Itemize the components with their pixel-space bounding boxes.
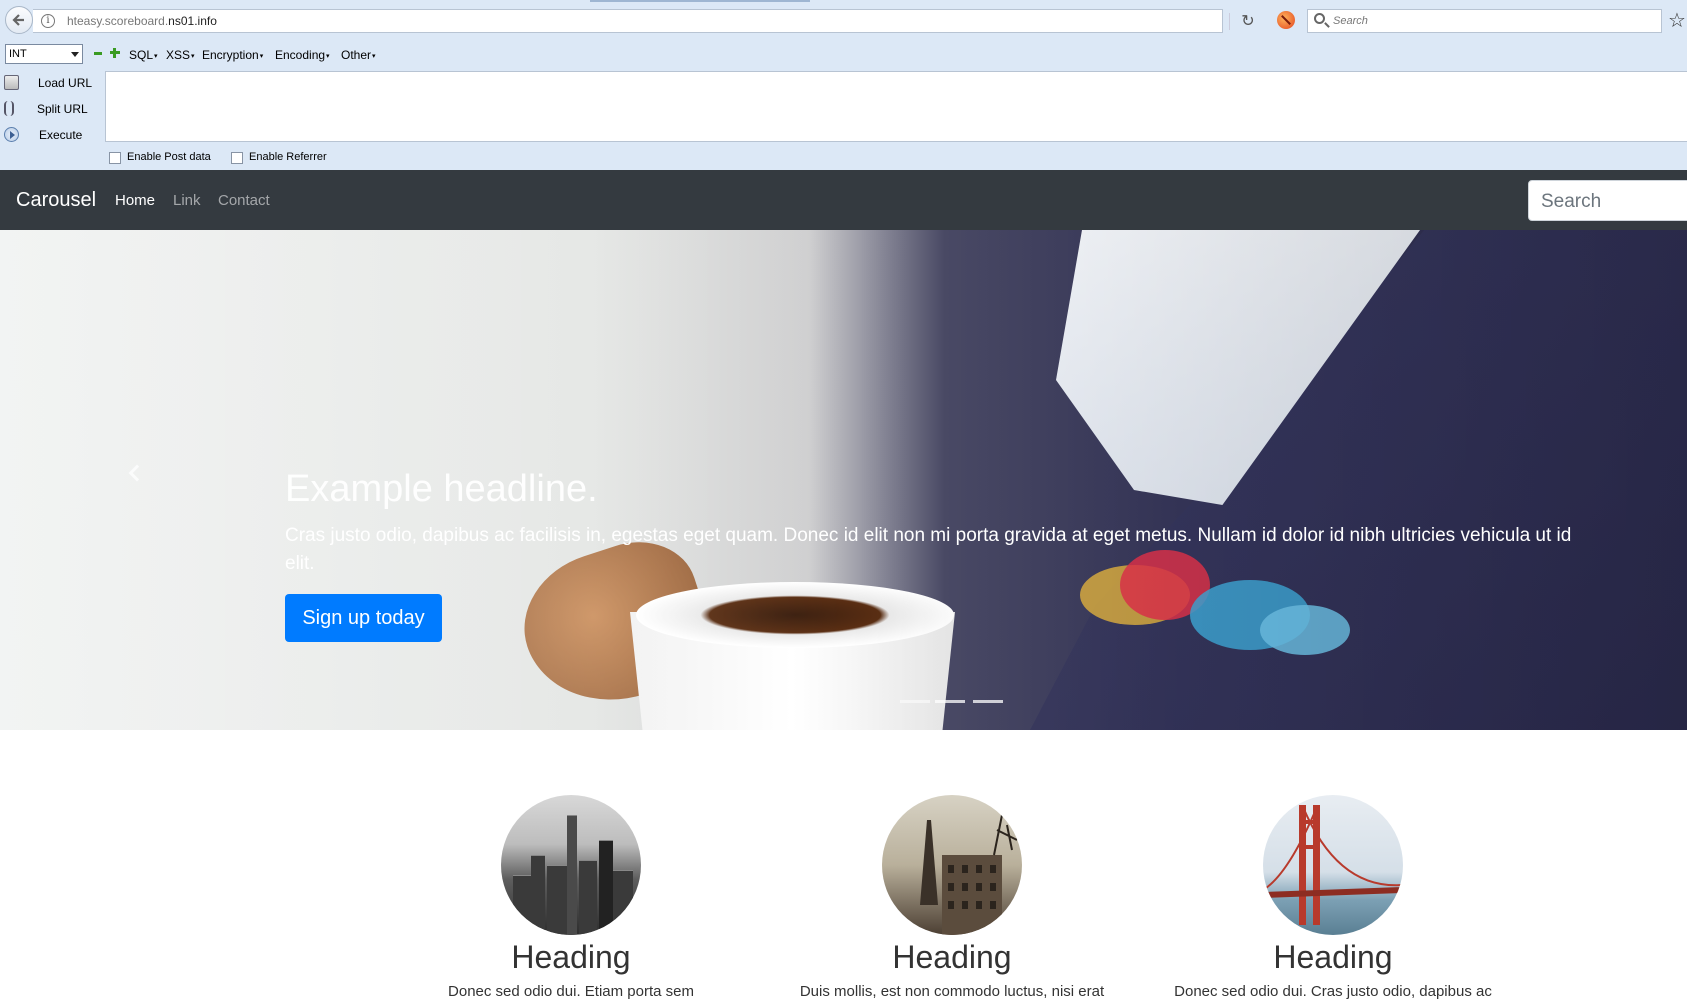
caret-icon: ▾: [326, 52, 330, 60]
checkbox-box[interactable]: [109, 152, 121, 164]
url-prefix: hteasy.scoreboard.: [67, 14, 169, 28]
marketing-column-2: Heading Duis mollis, est non commodo luc…: [762, 795, 1142, 1000]
caret-icon: ▾: [372, 52, 376, 60]
signup-button[interactable]: Sign up today: [285, 594, 442, 642]
url-bar[interactable]: i hteasy.scoreboard.ns01.info ↻: [33, 9, 1255, 33]
increase-icon[interactable]: [110, 48, 120, 58]
nav-contact[interactable]: Contact: [218, 192, 270, 209]
caret-icon: ▾: [154, 52, 158, 60]
eiffel-tower-graphic: [920, 814, 1018, 935]
marketing-column-1: Heading Donec sed odio dui. Etiam porta …: [381, 795, 761, 1000]
enable-post-data-label: Enable Post data: [127, 151, 211, 163]
tab-strip-line: [590, 0, 810, 2]
url-separator: [1229, 13, 1230, 30]
site-info-icon[interactable]: i: [41, 14, 55, 28]
carousel-indicator-3[interactable]: [973, 700, 1003, 703]
addon-icon[interactable]: [1277, 11, 1295, 29]
split-url-label: Split URL: [37, 102, 88, 116]
load-url-button[interactable]: Load URL: [4, 72, 104, 94]
site-navbar: Carousel Home Link Contact Search: [0, 170, 1687, 230]
caret-icon: ▾: [191, 52, 195, 60]
bridge-graphic: [1263, 805, 1403, 925]
new-york-image: [501, 795, 641, 935]
checkbox-box[interactable]: [231, 152, 243, 164]
back-button[interactable]: [5, 6, 33, 34]
menu-other-label: Other: [341, 48, 372, 62]
bookmark-star-icon[interactable]: ☆: [1668, 8, 1686, 33]
column-text: Donec sed odio dui. Etiam porta sem: [448, 983, 694, 1000]
browser-toolbar: i hteasy.scoreboard.ns01.info ↻ Search ☆: [0, 0, 1687, 38]
marketing-column-3: Heading Donec sed odio dui. Cras justo o…: [1143, 795, 1523, 1000]
navbar-brand[interactable]: Carousel: [16, 189, 96, 212]
paris-image: [882, 795, 1022, 935]
hackbar-type-value: INT: [9, 48, 27, 60]
nav-home[interactable]: Home: [115, 192, 155, 209]
back-arrow-icon: [12, 14, 24, 26]
caret-icon: ▾: [259, 52, 264, 60]
chevron-down-icon: [71, 52, 79, 57]
hackbar-url-textarea[interactable]: [105, 71, 1687, 142]
menu-sql-label: SQL: [129, 48, 154, 62]
execute-label: Execute: [39, 128, 83, 142]
browser-search-placeholder: Search: [1333, 15, 1368, 27]
menu-xss-label: XSS: [166, 48, 191, 62]
carousel-headline: Example headline.: [285, 468, 598, 510]
hackbar-type-select[interactable]: INT: [5, 44, 83, 64]
browser-search-input[interactable]: Search: [1307, 9, 1662, 33]
menu-encryption[interactable]: Encryption▾: [202, 48, 263, 62]
menu-encoding-label: Encoding: [275, 48, 326, 62]
carousel-indicator-2[interactable]: [935, 700, 965, 703]
carousel-caption: Cras justo odio, dapibus ac facilisis in…: [285, 525, 1572, 574]
menu-encoding[interactable]: Encoding▾: [275, 48, 330, 62]
execute-button[interactable]: Execute: [4, 124, 104, 146]
menu-sql[interactable]: SQL▾: [129, 48, 158, 62]
enable-referrer-label: Enable Referrer: [249, 151, 327, 163]
load-url-label: Load URL: [38, 76, 93, 90]
site-search-input[interactable]: Search: [1528, 180, 1687, 221]
hero-carousel: Example headline. Cras justo odio, dapib…: [0, 230, 1687, 730]
execute-icon: [4, 127, 19, 142]
hackbar-panel: Load URL Split URL Execute Enable Post d…: [0, 70, 1687, 170]
url-domain: ns01.info: [168, 14, 217, 28]
carousel-indicator-1[interactable]: [900, 700, 930, 703]
url-text[interactable]: hteasy.scoreboard.ns01.info: [67, 14, 217, 28]
column-heading: Heading: [1273, 939, 1393, 975]
site-search-placeholder: Search: [1541, 191, 1602, 212]
carousel-overlay: [0, 230, 1687, 730]
search-icon: [1314, 13, 1325, 24]
reload-icon[interactable]: ↻: [1238, 12, 1258, 32]
column-heading: Heading: [511, 939, 631, 975]
hackbar-toolbar: INT SQL▾ XSS▾ Encryption▾ Encoding▾ Othe…: [0, 38, 1687, 70]
menu-other[interactable]: Other▾: [341, 48, 376, 62]
column-heading: Heading: [892, 939, 1012, 975]
column-text: Duis mollis, est non commodo luctus, nis…: [799, 983, 1105, 1000]
decrease-icon[interactable]: [94, 52, 102, 55]
column-text: Donec sed odio dui. Cras justo odio, dap…: [1174, 983, 1492, 1000]
load-url-icon: [4, 75, 19, 90]
menu-encryption-label: Encryption: [202, 48, 259, 62]
menu-xss[interactable]: XSS▾: [166, 48, 195, 62]
split-url-button[interactable]: Split URL: [4, 98, 104, 120]
golden-gate-image: [1263, 795, 1403, 935]
split-url-icon: [4, 101, 14, 116]
nav-link[interactable]: Link: [173, 192, 201, 209]
